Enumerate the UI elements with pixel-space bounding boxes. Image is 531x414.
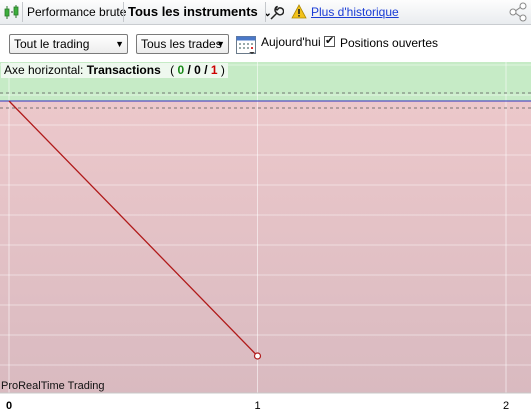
instruments-dropdown[interactable]: Tous les instruments ⌄	[128, 0, 272, 24]
trades-select[interactable]: Tous les trades ▼	[136, 34, 229, 54]
today-label[interactable]: Aujourd'hui	[261, 35, 321, 49]
x-tick-label: 1	[254, 400, 260, 412]
trade-counts: ( 0 / 0 / 1 )	[170, 63, 225, 77]
toolbar: Performance brute Tous les instruments ⌄…	[0, 0, 531, 25]
counts-sep-1: /	[187, 63, 191, 77]
share-icon[interactable]	[508, 0, 528, 24]
performance-title[interactable]: Performance brute	[27, 0, 126, 24]
calendar-icon[interactable]	[235, 33, 257, 58]
candlestick-icon	[3, 0, 21, 24]
x-tick-label: 0	[6, 400, 12, 412]
open-positions-checkbox[interactable]: ✔	[324, 35, 335, 47]
trading-select-value: Tout le trading	[14, 37, 90, 51]
equity-chart-svg: 012	[0, 62, 531, 414]
filter-bar: Tout le trading ▼ Tous les trades ▼ Aujo…	[0, 25, 531, 62]
history-link[interactable]: Plus d'historique	[311, 0, 399, 24]
axis-label: Axe horizontal: Transactions ( 0 / 0 / 1…	[1, 63, 228, 78]
counts-close-paren: )	[220, 63, 225, 77]
trading-select[interactable]: Tout le trading ▼	[9, 34, 128, 54]
neutral-count: 0	[194, 63, 201, 77]
checkmark-icon: ✔	[325, 35, 335, 47]
win-count: 0	[177, 63, 185, 77]
watermark: ProRealTime Trading	[1, 380, 105, 392]
counts-open-paren: (	[170, 63, 175, 77]
chevron-down-icon: ▼	[216, 39, 225, 49]
x-tick-label: 2	[503, 400, 509, 412]
warning-icon	[291, 0, 307, 24]
axis-label-prefix: Axe horizontal:	[4, 63, 84, 77]
loss-count: 1	[210, 63, 218, 77]
equity-point	[253, 352, 262, 360]
wrench-icon[interactable]	[268, 0, 285, 24]
counts-sep-2: /	[204, 63, 208, 77]
axis-label-main: Transactions	[86, 63, 161, 77]
loss-zone	[0, 101, 531, 393]
x-axis-band	[0, 393, 531, 414]
chevron-down-icon: ▼	[115, 39, 124, 49]
open-positions-label[interactable]: Positions ouvertes	[340, 36, 438, 50]
trades-select-value: Tous les trades	[141, 37, 222, 51]
equity-chart: 012 Axe horizontal: Transactions ( 0 / 0…	[0, 62, 531, 414]
instruments-label: Tous les instruments	[128, 4, 258, 19]
